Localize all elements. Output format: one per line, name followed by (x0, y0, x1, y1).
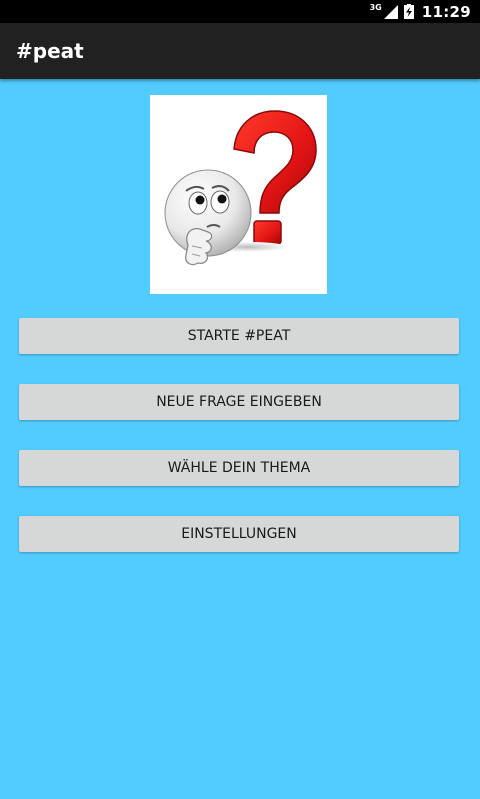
app-bar: #peat (0, 23, 480, 79)
status-bar: 3G 11:29 (0, 0, 480, 23)
main-screen: 3G 11:29 #peat STARTE #PEAT NEUE FRAGE E… (0, 0, 480, 799)
cell-signal-icon (383, 4, 398, 19)
status-clock: 11:29 (421, 2, 471, 21)
battery-charging-icon (403, 4, 414, 19)
settings-button[interactable]: EINSTELLUNGEN (19, 516, 459, 552)
network-type-label: 3G (369, 3, 382, 12)
thinking-smiley-question-mark-icon (150, 95, 327, 294)
start-peat-button[interactable]: STARTE #PEAT (19, 318, 459, 354)
new-question-button[interactable]: NEUE FRAGE EINGEBEN (19, 384, 459, 420)
app-title: #peat (16, 39, 84, 63)
choose-topic-button[interactable]: WÄHLE DEIN THEMA (19, 450, 459, 486)
status-icons: 3G 11:29 (366, 0, 471, 23)
